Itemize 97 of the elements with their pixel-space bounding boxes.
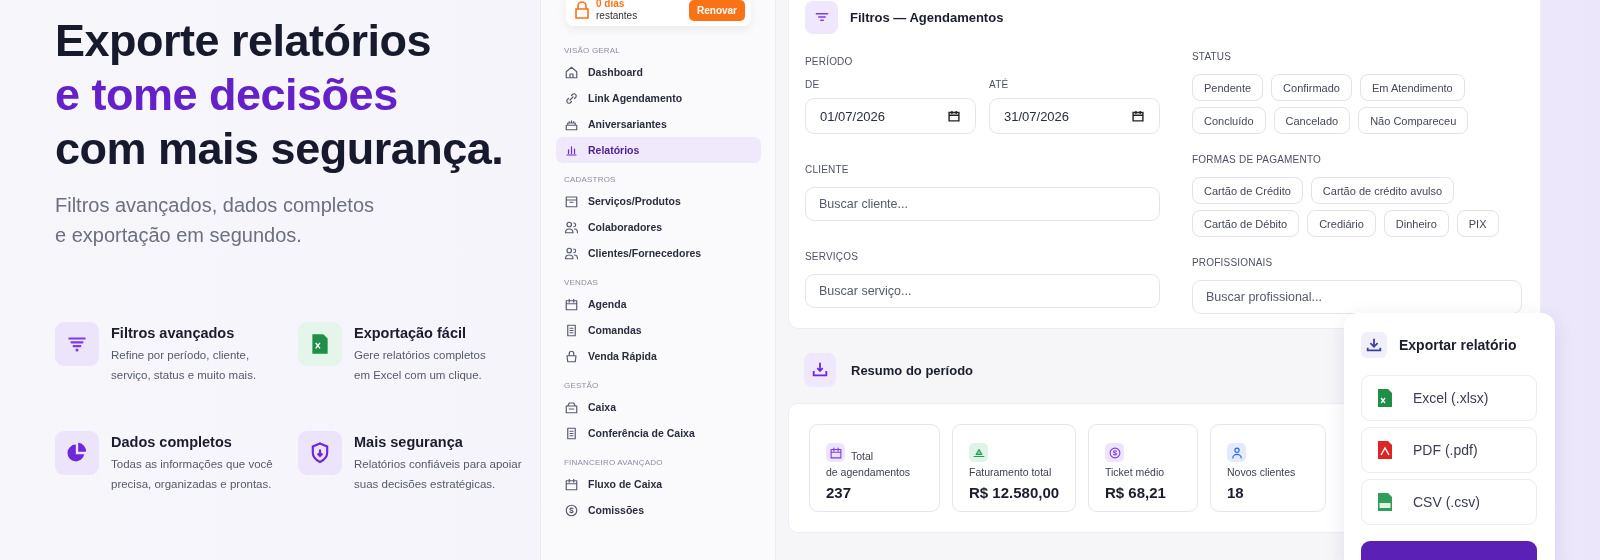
field-label: STATUS xyxy=(1192,51,1233,62)
link-icon xyxy=(564,90,579,106)
field-label: PROFISSIONAIS xyxy=(1192,257,1274,268)
feature-description: Todas as informações que você precisa, organizadas e prontas. xyxy=(111,457,273,492)
subtitle-line: Filtros avançados, dados completos xyxy=(55,193,376,218)
sidebar-item[interactable]: Comissões xyxy=(556,497,761,523)
stat-label: Ticket médio xyxy=(1105,466,1166,478)
payment-chip[interactable]: Cartão de crédito avulso xyxy=(1310,177,1455,204)
payment-chip[interactable]: Crediário xyxy=(1307,210,1376,237)
export-option[interactable]: CSV (.csv) xyxy=(1361,479,1537,525)
status-chip[interactable]: Em Atendimento xyxy=(1359,74,1465,101)
sidebar-item[interactable]: Aniversariantes xyxy=(556,111,761,137)
sidebar-item[interactable]: Relatórios xyxy=(556,137,761,163)
spreadsheet-icon xyxy=(298,322,342,366)
headline-line: Exporte relatórios xyxy=(55,14,433,68)
section-label: FINANCEIRO AVANÇADO xyxy=(563,457,664,469)
search-field[interactable]: Buscar serviço... xyxy=(805,274,1160,308)
days-count: 0 dias xyxy=(596,0,626,10)
bag-icon xyxy=(564,348,579,364)
field-label: DE xyxy=(805,79,821,90)
sidebar-item[interactable]: Fluxo de Caixa xyxy=(556,471,761,497)
sidebar-item[interactable]: Colaboradores xyxy=(556,214,761,240)
popup-title: Exportar relatório xyxy=(1399,337,1517,353)
feature-title: Mais segurança xyxy=(354,434,464,450)
export-option[interactable]: PDF (.pdf) xyxy=(1361,427,1537,473)
export-option[interactable]: Excel (.xlsx) xyxy=(1361,375,1537,421)
section-label: GESTÃO xyxy=(563,380,600,392)
coin-icon xyxy=(564,502,579,518)
doc-icon xyxy=(564,322,579,338)
date-field[interactable]: 31/07/2026 xyxy=(989,98,1160,134)
field-label: FORMAS DE PAGAMENTO xyxy=(1192,154,1322,165)
filter-icon xyxy=(55,322,99,366)
status-chip[interactable]: Cancelado xyxy=(1273,107,1351,134)
shield-icon xyxy=(298,431,342,475)
stat-label: Faturamento total xyxy=(969,466,1053,478)
stat-label: Total xyxy=(851,450,874,462)
feature-description: Gere relatórios completos em Excel com um clique. xyxy=(354,348,486,383)
stat-value: R$ 68,21 xyxy=(1105,484,1167,501)
status-chip[interactable]: Confirmado xyxy=(1271,74,1352,101)
headline-line: e tome decisões xyxy=(55,68,399,122)
status-chip[interactable]: Pendente xyxy=(1192,74,1264,101)
sidebar-item[interactable]: Dashboard xyxy=(556,59,761,85)
field-label: CLIENTE xyxy=(805,164,850,175)
status-chip[interactable]: Não Compareceu xyxy=(1358,107,1469,134)
section-title: Resumo do período xyxy=(851,362,974,378)
spreadsheet-file-icon xyxy=(1377,388,1393,408)
sidebar-item[interactable]: Comandas xyxy=(556,317,761,343)
payment-chip[interactable]: PIX xyxy=(1456,210,1499,237)
date-field[interactable]: 01/07/2026 xyxy=(805,98,976,134)
card-title: Filtros — Agendamentos xyxy=(850,9,1004,25)
sidebar-item[interactable]: Conferência de Caixa xyxy=(556,420,761,446)
field-label: PERÍODO xyxy=(805,56,854,67)
doc-icon xyxy=(564,425,579,441)
feature-description: Relatórios confiáveis para apoiar suas decisões estratégicas. xyxy=(354,457,522,492)
search-field[interactable]: Buscar cliente... xyxy=(805,187,1160,221)
csv-file-icon xyxy=(1377,492,1393,512)
stat-label: Novos clientes xyxy=(1227,466,1297,478)
sidebar-item[interactable]: Link Agendamento xyxy=(556,85,761,111)
stat-value: 18 xyxy=(1227,484,1245,501)
users-icon xyxy=(564,219,579,235)
feature-title: Filtros avançados xyxy=(111,325,236,341)
lock-icon xyxy=(574,1,590,19)
sidebar-item[interactable]: Agenda xyxy=(556,291,761,317)
payment-chip[interactable]: Dinheiro xyxy=(1383,210,1449,237)
stat-value: R$ 12.580,00 xyxy=(969,484,1061,501)
users-icon xyxy=(564,245,579,261)
section-label: VISÃO GERAL xyxy=(563,45,621,57)
field-label: SERVIÇOS xyxy=(805,251,860,262)
subtitle-line: e exportação em segundos. xyxy=(55,223,303,248)
field-label: ATÉ xyxy=(989,79,1010,90)
calendar-icon xyxy=(564,476,579,492)
download-tray-icon xyxy=(804,353,836,387)
calendar-icon xyxy=(947,109,961,123)
feature-title: Dados completos xyxy=(111,434,233,450)
sidebar-item[interactable]: Venda Rápida xyxy=(556,343,761,369)
pdf-file-icon xyxy=(1377,440,1393,460)
feature-title: Exportação fácil xyxy=(354,325,467,341)
sidebar-item[interactable]: Clientes/Fornecedores xyxy=(556,240,761,266)
section-label: CADASTROS xyxy=(563,174,617,186)
search-field[interactable]: Buscar profissional... xyxy=(1192,280,1522,314)
sidebar-item[interactable]: Caixa xyxy=(556,394,761,420)
stat-label: de agendamentos xyxy=(826,466,912,478)
stat-value: 237 xyxy=(826,484,853,501)
headline-line: com mais segurança. xyxy=(55,122,505,176)
sidebar-item[interactable]: Serviços/Produtos xyxy=(556,188,761,214)
calendar-icon xyxy=(1131,109,1145,123)
home-icon xyxy=(564,64,579,80)
payment-chip[interactable]: Cartão de Crédito xyxy=(1192,177,1303,204)
section-label: VENDAS xyxy=(563,277,600,289)
pie-chart-icon xyxy=(55,431,99,475)
download-icon xyxy=(1361,332,1387,358)
payment-chip[interactable]: Cartão de Débito xyxy=(1192,210,1300,237)
box-icon xyxy=(564,193,579,209)
days-label: restantes xyxy=(596,10,639,22)
status-chip[interactable]: Concluído xyxy=(1192,107,1266,134)
feature-description: Refine por período, cliente, serviço, status e muito mais. xyxy=(111,348,257,383)
calendar-icon xyxy=(564,296,579,312)
